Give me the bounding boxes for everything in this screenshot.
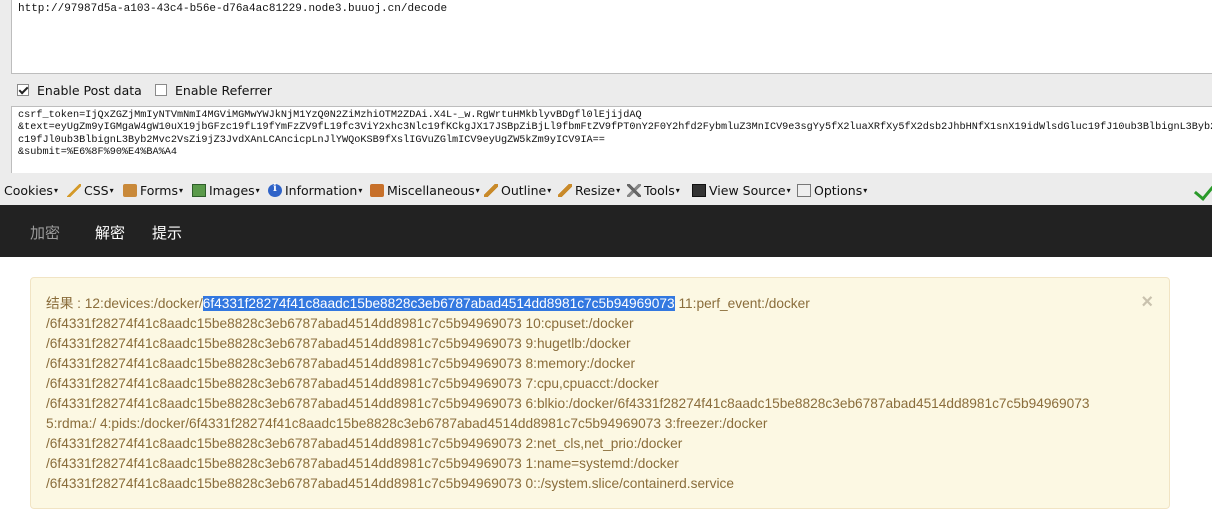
result-text-prefix: 12:devices:/docker/: [80, 296, 203, 311]
post-line: &text=eyUgZm9yIGMgaW4gW10uX19jbGFzc19fL1…: [18, 122, 1212, 134]
miscellaneous-icon: [370, 184, 384, 197]
enable-post-label[interactable]: Enable Post data: [37, 83, 142, 98]
result-line: 结果 : 12:devices:/docker/6f4331f28274f41c…: [46, 294, 1156, 314]
menu-forms-label: Forms: [140, 183, 179, 198]
forms-icon: [123, 184, 137, 197]
result-label: 结果 :: [46, 296, 81, 311]
enable-referrer-checkbox[interactable]: [155, 84, 167, 96]
menu-tools[interactable]: Tools ▾: [627, 183, 680, 198]
menu-information[interactable]: Information▾: [268, 183, 362, 198]
result-line: /6f4331f28274f41c8aadc15be8828c3eb6787ab…: [46, 336, 631, 351]
selected-text: 6f4331f28274f41c8aadc15be8828c3eb6787aba…: [202, 296, 675, 311]
result-line: 5:rdma:/ 4:pids:/docker/6f4331f28274f41c…: [46, 416, 768, 431]
nav-decrypt[interactable]: 解密: [95, 222, 125, 243]
menu-css[interactable]: CSS ▾: [67, 183, 114, 198]
enable-post-checkbox[interactable]: [17, 84, 29, 96]
menu-view-source[interactable]: View Source ▾: [692, 183, 791, 198]
result-line: /6f4331f28274f41c8aadc15be8828c3eb6787ab…: [46, 356, 636, 371]
dropdown-arrow-icon: ▾: [179, 186, 184, 195]
menu-images[interactable]: Images ▾: [192, 183, 260, 198]
result-line: /6f4331f28274f41c8aadc15be8828c3eb6787ab…: [46, 476, 734, 491]
menu-tools-label: Tools: [644, 183, 675, 198]
result-line: /6f4331f28274f41c8aadc15be8828c3eb6787ab…: [46, 376, 659, 391]
dropdown-arrow-icon: ▾: [109, 186, 114, 195]
css-icon: [67, 184, 81, 197]
result-line: /6f4331f28274f41c8aadc15be8828c3eb6787ab…: [46, 456, 679, 471]
hackbar-menubar: Cookies▾ CSS▾ Forms▾ Images▾ Information…: [0, 178, 1212, 204]
post-line: &submit=%E6%8F%90%E4%BA%A4: [18, 147, 177, 159]
menu-cookies-label: Cookies: [4, 183, 53, 198]
view-source-icon: [692, 184, 706, 197]
dropdown-arrow-icon: ▾: [547, 186, 552, 195]
menu-options[interactable]: Options ▾: [797, 183, 867, 198]
outline-icon: [484, 184, 498, 197]
menu-cookies[interactable]: Cookies ▾: [4, 183, 58, 198]
dropdown-arrow-icon: ▾: [675, 186, 680, 195]
menu-images-label: Images: [209, 183, 255, 198]
post-data-textarea[interactable]: csrf_token=IjQxZGZjMmIyNTVmNmI4MGViMGMwY…: [11, 106, 1212, 173]
dropdown-arrow-icon: ▾: [255, 186, 260, 195]
post-line: csrf_token=IjQxZGZjMmIyNTVmNmI4MGViMGMwY…: [18, 110, 642, 121]
dropdown-arrow-icon: ▾: [358, 186, 363, 195]
menu-options-label: Options: [814, 183, 863, 198]
enable-referrer-label[interactable]: Enable Referrer: [175, 83, 272, 98]
result-line: /6f4331f28274f41c8aadc15be8828c3eb6787ab…: [46, 316, 634, 331]
menu-resize[interactable]: Resize ▾: [558, 183, 620, 198]
menu-miscellaneous[interactable]: Miscellaneous ▾: [370, 183, 480, 198]
dropdown-arrow-icon: ▾: [863, 186, 868, 195]
menu-information-label: Information: [285, 183, 358, 198]
menu-outline-label: Outline: [501, 183, 547, 198]
result-text-suffix: 11:perf_event:/docker: [674, 296, 810, 311]
nav-hint[interactable]: 提示: [152, 222, 182, 243]
result-alert: × 结果 : 12:devices:/docker/6f4331f28274f4…: [30, 277, 1170, 509]
images-icon: [192, 184, 206, 197]
menu-css-label: CSS: [84, 183, 109, 198]
tools-icon: [627, 184, 641, 197]
url-textarea[interactable]: http://97987d5a-a103-43c4-b56e-d76a4ac81…: [11, 0, 1212, 74]
menu-miscellaneous-label: Miscellaneous: [387, 183, 475, 198]
result-line: /6f4331f28274f41c8aadc15be8828c3eb6787ab…: [46, 436, 683, 451]
dropdown-arrow-icon: ▾: [786, 186, 791, 195]
options-icon: [797, 184, 811, 197]
resize-icon: [558, 184, 572, 197]
menu-forms[interactable]: Forms ▾: [123, 183, 183, 198]
hackbar-options-row: Enable Post data Enable Referrer: [0, 81, 1212, 101]
post-line: c19fJl0ub3BlbignL3Byb2Mvc2VsZi9jZ3JvdXAn…: [18, 134, 605, 146]
information-icon: [268, 183, 282, 197]
menu-resize-label: Resize: [575, 183, 616, 198]
dropdown-arrow-icon: ▾: [475, 186, 480, 195]
result-line: /6f4331f28274f41c8aadc15be8828c3eb6787ab…: [46, 396, 1090, 411]
menu-view-source-label: View Source: [709, 183, 786, 198]
dropdown-arrow-icon: ▾: [53, 186, 58, 195]
menu-outline[interactable]: Outline ▾: [484, 183, 551, 198]
site-navbar: 加密 解密 提示: [0, 205, 1212, 257]
hackbar-panel: http://97987d5a-a103-43c4-b56e-d76a4ac81…: [0, 0, 1212, 205]
result-text: 结果 : 12:devices:/docker/6f4331f28274f41c…: [46, 294, 1156, 494]
dropdown-arrow-icon: ▾: [616, 186, 621, 195]
nav-encrypt[interactable]: 加密: [30, 222, 60, 243]
